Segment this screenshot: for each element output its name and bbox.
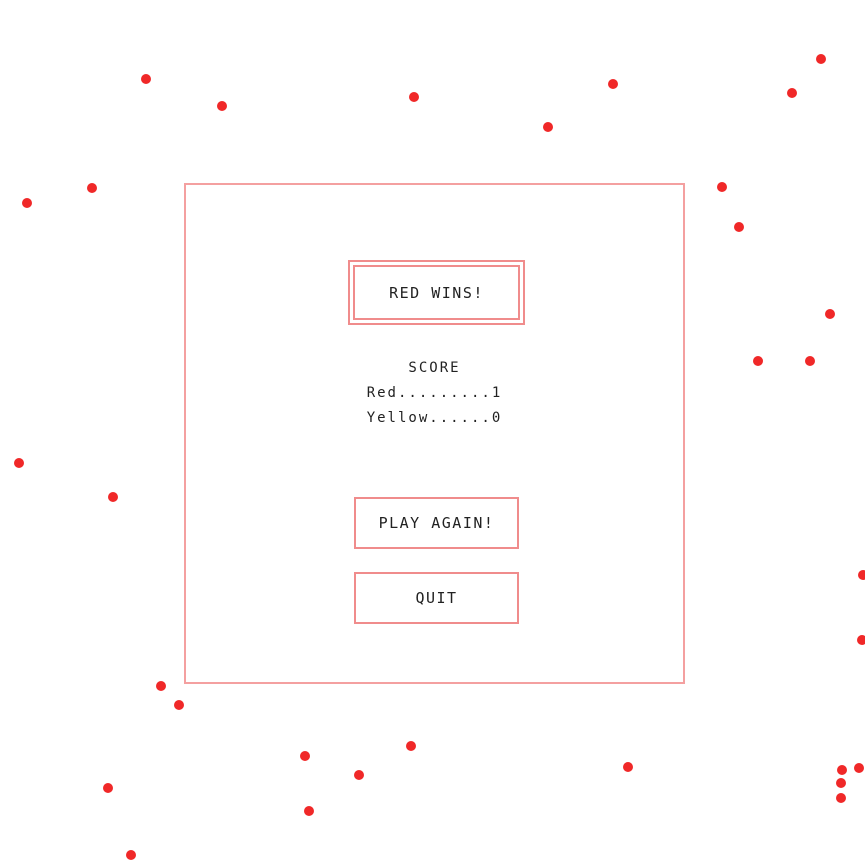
red-disc xyxy=(156,681,166,691)
red-disc xyxy=(409,92,419,102)
red-disc xyxy=(354,770,364,780)
red-disc xyxy=(304,806,314,816)
red-disc xyxy=(787,88,797,98)
score-red: Red.........1 xyxy=(366,385,503,401)
red-disc xyxy=(836,778,846,788)
red-disc xyxy=(406,741,416,751)
red-disc xyxy=(717,182,727,192)
score-yellow: Yellow......0 xyxy=(366,410,503,426)
score-heading: SCORE xyxy=(408,360,461,376)
red-disc xyxy=(174,700,184,710)
red-disc xyxy=(22,198,32,208)
game-over-panel: RED WINS! SCORE Red.........1 Yellow....… xyxy=(184,183,685,684)
red-disc xyxy=(300,751,310,761)
red-disc xyxy=(108,492,118,502)
red-disc xyxy=(126,850,136,860)
winner-text: RED WINS! xyxy=(353,265,520,320)
red-disc xyxy=(837,765,847,775)
red-disc xyxy=(816,54,826,64)
game-screen: RED WINS! SCORE Red.........1 Yellow....… xyxy=(0,0,865,863)
red-disc xyxy=(87,183,97,193)
red-disc xyxy=(14,458,24,468)
red-disc xyxy=(753,356,763,366)
red-disc xyxy=(854,763,864,773)
red-disc xyxy=(836,793,846,803)
red-disc xyxy=(858,570,865,580)
red-disc xyxy=(141,74,151,84)
red-disc xyxy=(543,122,553,132)
red-disc xyxy=(608,79,618,89)
red-disc xyxy=(734,222,744,232)
red-disc xyxy=(825,309,835,319)
winner-banner: RED WINS! xyxy=(348,260,525,325)
quit-button[interactable]: QUIT xyxy=(354,572,519,624)
red-disc xyxy=(103,783,113,793)
play-again-button[interactable]: PLAY AGAIN! xyxy=(354,497,519,549)
red-disc xyxy=(857,635,865,645)
red-disc xyxy=(623,762,633,772)
red-disc xyxy=(217,101,227,111)
red-disc xyxy=(805,356,815,366)
